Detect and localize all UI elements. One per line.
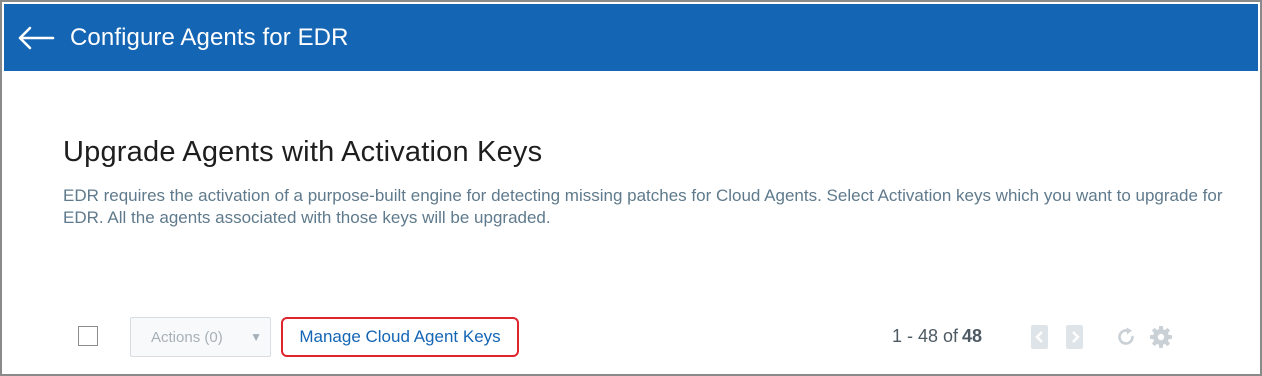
- chevron-right-icon: [1071, 331, 1080, 343]
- actions-label: Actions (0): [151, 328, 223, 346]
- pagination-summary: 1 - 48 of 48: [892, 326, 982, 347]
- actions-dropdown[interactable]: Actions (0) ▼: [130, 317, 271, 357]
- back-button[interactable]: [16, 18, 56, 58]
- main-content: Upgrade Agents with Activation Keys EDR …: [63, 136, 1240, 229]
- refresh-icon: [1118, 327, 1134, 345]
- arrow-left-icon: [18, 26, 55, 49]
- page-title: Configure Agents for EDR: [70, 23, 349, 51]
- refresh-button[interactable]: [1114, 325, 1138, 349]
- page-header: Configure Agents for EDR: [4, 4, 1258, 71]
- configure-agents-panel: Configure Agents for EDR Upgrade Agents …: [0, 0, 1262, 376]
- previous-page-button[interactable]: [1031, 325, 1048, 349]
- caret-down-icon: ▼: [250, 330, 262, 344]
- chevron-left-icon: [1034, 331, 1043, 343]
- section-description: EDR requires the activation of a purpose…: [63, 186, 1223, 227]
- manage-cloud-agent-keys-link[interactable]: Manage Cloud Agent Keys: [281, 317, 519, 357]
- list-toolbar: Actions (0) ▼ Manage Cloud Agent Keys 1 …: [2, 316, 1260, 358]
- pagination-range: 1 - 48 of: [892, 326, 959, 346]
- pagination-total: 48: [962, 326, 983, 346]
- next-page-button[interactable]: [1066, 325, 1083, 349]
- gear-icon: [1150, 326, 1172, 348]
- settings-button[interactable]: [1149, 325, 1173, 349]
- section-heading: Upgrade Agents with Activation Keys: [63, 136, 543, 168]
- select-all-checkbox[interactable]: [78, 326, 98, 346]
